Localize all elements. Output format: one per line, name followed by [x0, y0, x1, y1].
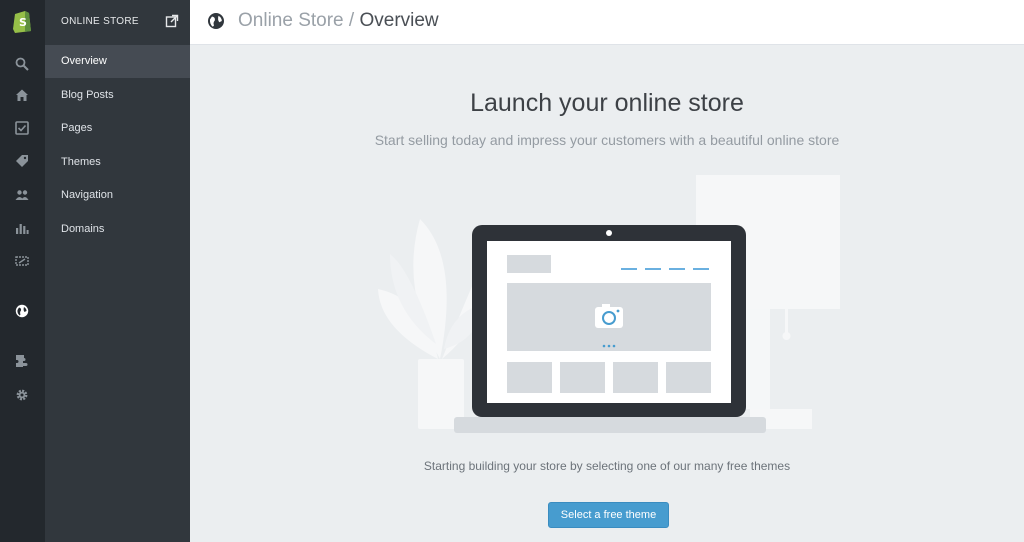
launch-headline: Launch your online store — [470, 89, 744, 117]
home-icon[interactable] — [13, 86, 31, 104]
tag-icon[interactable] — [13, 152, 31, 170]
sidebar-item-themes[interactable]: Themes — [45, 146, 190, 179]
settings-icon[interactable] — [13, 386, 31, 404]
online-store-sidebar: ONLINE STORE Overview Blog Posts Pages T… — [45, 0, 190, 542]
launch-subheadline: Start selling today and impress your cus… — [374, 132, 840, 148]
themes-hint: Starting building your store by selectin… — [423, 459, 791, 473]
globe-icon[interactable] — [13, 302, 31, 320]
sidebar-item-blog-posts[interactable]: Blog Posts — [45, 79, 190, 112]
customers-icon[interactable] — [13, 186, 31, 204]
orders-icon[interactable] — [13, 119, 31, 137]
page-title: Overview — [359, 10, 439, 31]
sidebar-title: ONLINE STORE — [61, 16, 139, 27]
apps-icon[interactable] — [13, 352, 31, 370]
main-content: Launch your online store Start selling t… — [190, 45, 1024, 542]
sidebar-item-navigation[interactable]: Navigation — [45, 179, 190, 212]
reports-icon[interactable] — [13, 219, 31, 237]
sidebar-header: ONLINE STORE — [45, 0, 190, 44]
laptop-illustration — [378, 175, 840, 433]
icon-rail: S — [0, 0, 45, 542]
breadcrumb: Online Store / Overview — [238, 10, 439, 32]
laptop-shape — [454, 225, 766, 433]
external-link-icon[interactable] — [165, 14, 179, 28]
search-icon[interactable] — [13, 55, 31, 73]
svg-text:S: S — [19, 16, 27, 29]
sidebar-item-domains[interactable]: Domains — [45, 213, 190, 246]
page-header: Online Store / Overview — [190, 0, 1024, 45]
globe-icon — [208, 13, 224, 29]
select-free-theme-button[interactable]: Select a free theme — [548, 502, 669, 528]
breadcrumb-separator: / — [343, 10, 360, 31]
discounts-icon[interactable] — [13, 252, 31, 270]
plant-illustration — [378, 219, 482, 429]
breadcrumb-section[interactable]: Online Store — [238, 10, 344, 31]
sidebar-item-overview[interactable]: Overview — [45, 45, 190, 78]
shopify-logo-icon[interactable]: S — [11, 9, 33, 33]
sidebar-item-pages[interactable]: Pages — [45, 112, 190, 145]
